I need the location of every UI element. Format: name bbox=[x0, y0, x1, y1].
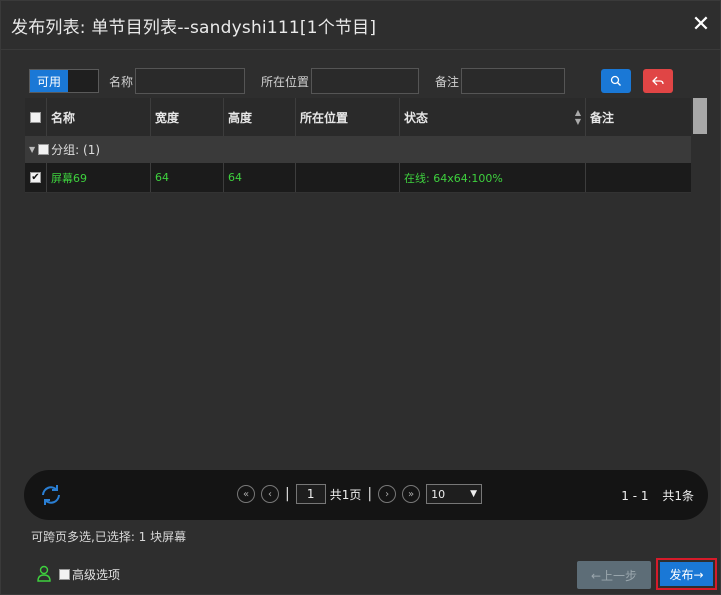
filter-bar: 可用 名称 所在位置 备注 bbox=[29, 67, 692, 95]
col-status-label: 状态 bbox=[404, 110, 429, 125]
last-page-icon[interactable]: » bbox=[402, 485, 421, 503]
sort-icon[interactable]: ▲ ▼ bbox=[575, 108, 581, 126]
advanced-options[interactable]: 高级选项 bbox=[35, 564, 120, 584]
selection-hint: 可跨页多选,已选择: 1 块屏幕 bbox=[31, 530, 187, 544]
first-page-icon[interactable]: « bbox=[237, 485, 255, 503]
prev-page-icon[interactable]: ‹ bbox=[261, 485, 279, 503]
prev-step-button[interactable]: ←上一步 bbox=[577, 561, 651, 589]
grid-scrollbar[interactable] bbox=[693, 98, 707, 134]
publish-dialog: 发布列表: 单节目列表--sandyshi111[1个节目] ✕ 可用 名称 所… bbox=[0, 0, 721, 595]
page-size-value: 10 bbox=[431, 487, 446, 501]
pager: « ‹ | 1 共1页 | › » 10 ▼ 1 - 1 共1条 bbox=[24, 470, 708, 520]
caret-down-icon: ▼ bbox=[470, 489, 478, 499]
search-icon bbox=[610, 75, 622, 86]
col-location[interactable]: 所在位置 bbox=[296, 98, 400, 136]
note-label: 备注 bbox=[435, 74, 460, 89]
reset-icon bbox=[652, 76, 664, 86]
screen-grid: 名称 宽度 高度 所在位置 状态 ▲ ▼ 备注 ▼ 分组: (1) ✔ 屏幕69 … bbox=[25, 98, 707, 466]
available-toggle-label: 可用 bbox=[30, 70, 68, 92]
page-number-input[interactable]: 1 bbox=[295, 484, 326, 504]
cell-name: 屏幕69 bbox=[47, 163, 151, 192]
advanced-label: 高级选项 bbox=[72, 567, 121, 582]
select-all-checkbox[interactable] bbox=[30, 111, 41, 123]
refresh-icon[interactable] bbox=[38, 482, 64, 508]
table-row[interactable]: ✔ 屏幕69 64 64 在线: 64x64:100% bbox=[25, 163, 691, 193]
pager-sep: | bbox=[367, 486, 373, 502]
reset-button[interactable] bbox=[643, 69, 674, 93]
select-all-cell bbox=[25, 98, 47, 136]
group-label: 分组: (1) bbox=[51, 143, 101, 157]
cell-note bbox=[586, 163, 691, 192]
advanced-checkbox[interactable] bbox=[59, 568, 70, 580]
close-icon[interactable]: ✕ bbox=[690, 12, 712, 37]
col-width[interactable]: 宽度 bbox=[151, 98, 224, 136]
pager-nav: « ‹ | 1 共1页 | › » 10 ▼ bbox=[237, 484, 483, 504]
cell-width: 64 bbox=[151, 163, 224, 192]
col-name[interactable]: 名称 bbox=[47, 98, 151, 136]
user-icon bbox=[37, 565, 51, 582]
page-size-select[interactable]: 10 ▼ bbox=[426, 484, 483, 504]
available-toggle[interactable]: 可用 bbox=[29, 69, 99, 93]
pager-sep: | bbox=[285, 486, 290, 502]
next-page-icon[interactable]: › bbox=[378, 485, 397, 503]
dialog-titlebar: 发布列表: 单节目列表--sandyshi111[1个节目] bbox=[1, 1, 720, 50]
col-status[interactable]: 状态 ▲ ▼ bbox=[400, 98, 586, 136]
note-input[interactable] bbox=[461, 68, 566, 94]
col-note[interactable]: 备注 bbox=[586, 98, 691, 136]
search-button[interactable] bbox=[601, 69, 632, 93]
name-input[interactable] bbox=[135, 68, 246, 94]
location-label: 所在位置 bbox=[261, 74, 310, 89]
cell-status: 在线: 64x64:100% bbox=[400, 163, 586, 192]
dialog-title: 发布列表: 单节目列表--sandyshi111[1个节目] bbox=[11, 17, 377, 38]
pager-info: 1 - 1 共1条 bbox=[621, 487, 694, 504]
publish-button-label: 发布→ bbox=[660, 562, 713, 586]
name-label: 名称 bbox=[109, 74, 134, 89]
row-select-cell: ✔ bbox=[25, 163, 47, 192]
row-checkbox[interactable]: ✔ bbox=[30, 172, 41, 183]
publish-button[interactable]: 发布→ bbox=[656, 558, 717, 590]
pager-total: 共1条 bbox=[662, 489, 694, 503]
cell-location bbox=[296, 163, 400, 192]
group-row[interactable]: ▼ 分组: (1) bbox=[25, 136, 691, 163]
cell-height: 64 bbox=[224, 163, 296, 192]
expand-icon[interactable]: ▼ bbox=[29, 145, 35, 154]
total-pages: 共1页 bbox=[329, 487, 362, 502]
location-input[interactable] bbox=[311, 68, 420, 94]
pager-range: 1 - 1 bbox=[621, 489, 649, 503]
grid-header: 名称 宽度 高度 所在位置 状态 ▲ ▼ 备注 bbox=[25, 98, 691, 137]
group-checkbox[interactable] bbox=[38, 144, 50, 155]
col-height[interactable]: 高度 bbox=[224, 98, 296, 136]
